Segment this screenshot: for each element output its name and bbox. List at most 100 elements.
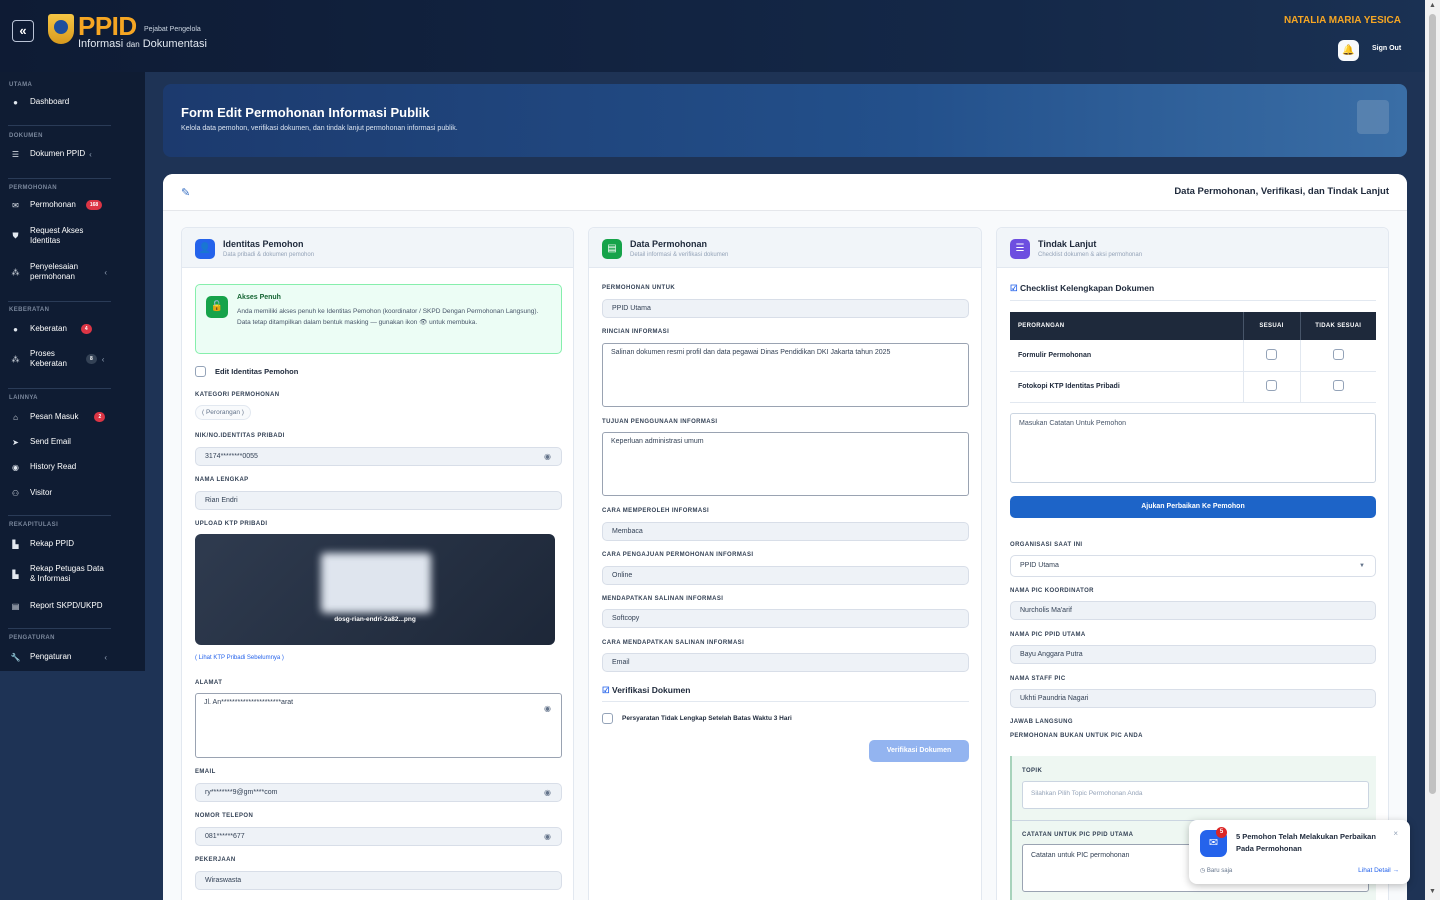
email-field[interactable]: ry********9@gm****com ◉ [195,783,562,802]
tidak-sesuai-checkbox[interactable] [1332,380,1344,391]
page-scrollbar[interactable]: ▲ ▼ [1425,0,1440,900]
edit-icon: ✎ [181,187,191,199]
chevron-left-icon: ‹ [89,149,92,159]
rincian-field[interactable]: Salinan dokumen resmi profil dan data pe… [602,343,969,407]
staff-pic-field[interactable]: Ukhti Paundria Nagari [1010,689,1376,708]
sidebar: UTAMA ● Dashboard DOKUMEN ☰ Dokumen PPID ‹ … [0,72,145,671]
eye-icon[interactable]: ◉ [544,704,551,713]
ppid-logo[interactable]: PPID Informasi dan Dokumentasi Pejabat P… [48,13,207,51]
check-badge-icon: ☑ [1010,283,1018,293]
tidak-sesuai-checkbox[interactable] [1332,348,1344,360]
lihat-detail-link[interactable]: Lihat Detail → [1358,867,1399,874]
identitas-pemohon-panel: 👤 Identitas Pemohon Data pribadi & dokum… [181,227,574,900]
sidebar-item-dokumen-ppid[interactable]: ☰ Dokumen PPID ‹ [0,149,145,159]
bukan-pic-label[interactable]: PERMOHONAN BUKAN UNTUK PIC ANDA [1010,733,1143,739]
sidebar-item-dashboard[interactable]: ● Dashboard [0,97,145,107]
sign-out-link[interactable]: Sign Out [1372,45,1401,52]
panel-title: Tindak Lanjut [1038,239,1097,249]
ktp-preview[interactable]: dosg-rian-endri-2a82...png [195,534,555,645]
sidebar-item-penyelesaian[interactable]: ⁂ Penyelesaian permohonan ‹ [0,262,145,282]
eye-icon[interactable]: ◉ [544,784,551,801]
edit-document-icon [1357,100,1389,134]
sidebar-item-request-akses[interactable]: ⛊ Request Akses Identitas [0,226,145,246]
permohonan-badge: 168 [85,200,103,210]
topik-input[interactable]: Silahkan Pilih Topic Permohonan Anda [1022,781,1369,809]
pic-koordinator-field[interactable]: Nurcholis Ma'arif [1010,601,1376,620]
checklist-table: PERORANGAN SESUAI TIDAK SESUAI Formulir … [1010,312,1376,403]
pengajuan-field[interactable]: Online [602,566,969,585]
section-pengaturan: PENGATURAN [9,635,55,641]
sidebar-item-visitor[interactable]: ⚇ Visitor [0,488,145,498]
ktp-filename: dosg-rian-endri-2a82...png [334,616,416,623]
edit-identitas-checkbox[interactable] [195,366,206,377]
persyaratan-checkbox[interactable] [602,713,613,724]
document-icon: ▤ [602,239,622,259]
logo-subtitle: Informasi dan Dokumentasi [78,38,207,50]
catatan-pemohon-input[interactable]: Masukan Catatan Untuk Pemohon [1010,413,1376,483]
close-icon[interactable]: × [1393,829,1398,838]
sidebar-item-pesan-masuk[interactable]: ⌂ Pesan Masuk 2 [0,412,145,422]
scroll-down-icon[interactable]: ▼ [1429,888,1436,895]
lihat-ktp-link[interactable]: ( Lihat KTP Pribadi Sebelumnya ) [195,655,284,661]
toast-badge: 5 [1216,827,1227,838]
tindak-lanjut-panel: ☰ Tindak Lanjut Checklist dokumen & aksi… [996,227,1389,900]
pic-utama-field[interactable]: Bayu Anggara Putra [1010,645,1376,664]
sidebar-item-permohonan[interactable]: ✉ Permohonan 168 [0,200,145,210]
cara-salinan-field[interactable]: Email [602,653,969,672]
panel-subtitle: Data pribadi & dokumen pemohon [223,252,315,258]
pesan-badge: 2 [94,412,106,422]
alert-icon: ● [13,324,18,334]
sidebar-item-keberatan[interactable]: ● Keberatan 4 [0,324,145,334]
jawab-langsung-label[interactable]: JAWAB LANGSUNG [1010,719,1073,725]
alamat-field[interactable]: Jl. An**********************arat ◉ [195,693,562,758]
rincian-label: RINCIAN INFORMASI [602,329,670,335]
eye-icon[interactable]: ◉ [544,828,551,845]
sidebar-item-pengaturan[interactable]: 🔧 Pengaturan ‹ [0,652,145,662]
organisasi-label: ORGANISASI SAAT INI [1010,542,1083,548]
main-card: ✎ Data Permohonan, Verifikasi, dan Tinda… [163,174,1407,900]
pekerjaan-field[interactable]: Wiraswasta [195,871,562,890]
tujuan-label: TUJUAN PENGGUNAAN INFORMASI [602,419,718,425]
salinan-field[interactable]: Softcopy [602,609,969,628]
sesuai-checkbox[interactable] [1266,348,1277,360]
scroll-up-icon[interactable]: ▲ [1429,2,1436,9]
table-row: Fotokopi KTP Identitas Pribadi [1010,371,1376,403]
page-title: Form Edit Permohonan Informasi Publik [181,105,430,120]
top-bar: « PPID Informasi dan Dokumentasi Pejabat… [0,0,1425,72]
sidebar-item-history-read[interactable]: ◉ History Read [0,462,145,472]
eye-icon[interactable]: ◉ [544,448,551,465]
ajukan-perbaikan-button[interactable]: Ajukan Perbaikan Ke Pemohon [1010,496,1376,518]
akses-penuh-alert: 🔓 Akses Penuh Anda memiliki akses penuh … [195,284,562,354]
check-badge-icon: ☑ [602,685,610,695]
verifikasi-dokumen-button[interactable]: Verifikasi Dokumen [869,740,969,762]
shield-icon: ⛊ [12,231,19,240]
sidebar-item-report-skpd[interactable]: ▤ Report SKPD/UKPD [0,601,145,611]
collapse-sidebar-button[interactable]: « [12,20,34,42]
catatan-pic-label: CATATAN UNTUK PIC PPID UTAMA [1022,832,1134,838]
data-permohonan-panel: ▤ Data Permohonan Detail informasi & ver… [588,227,982,900]
panel-subtitle: Checklist dokumen & aksi permohonan [1038,252,1143,258]
file-icon: ▤ [11,601,20,611]
staff-pic-label: NAMA STAFF PIC [1010,676,1066,682]
sidebar-item-send-email[interactable]: ➤ Send Email [0,437,145,447]
panel-title: Data Permohonan [630,239,708,249]
sidebar-item-rekap-petugas[interactable]: ▙ Rekap Petugas Data & Informasi [0,564,145,584]
table-row: Formulir Permohonan [1010,340,1376,372]
untuk-field[interactable]: PPID Utama [602,299,969,318]
organisasi-select[interactable]: PPID Utama ▼ [1010,555,1376,577]
telepon-field[interactable]: 081******677 ◉ [195,827,562,846]
toast-time: ◷ Baru saja [1200,868,1233,874]
email-label: EMAIL [195,769,216,775]
scrollbar-thumb[interactable] [1429,14,1436,794]
sesuai-checkbox[interactable] [1266,380,1277,391]
cara-field[interactable]: Membaca [602,522,969,541]
section-keberatan: KEBERATAN [9,307,50,313]
sidebar-item-proses-keberatan[interactable]: ⁂ Proses Keberatan 8 ‹ [0,349,145,369]
sidebar-item-rekap-ppid[interactable]: ▙ Rekap PPID [0,539,145,549]
chevron-down-icon: ▼ [1359,563,1365,569]
bell-icon[interactable]: 🔔 [1338,40,1359,61]
notification-toast[interactable]: ✉ 5 5 Pemohon Telah Melakukan Perbaikan … [1189,820,1410,884]
nik-field[interactable]: 3174********0055 ◉ [195,447,562,466]
tujuan-field[interactable]: Keperluan administrasi umum [602,432,969,496]
nama-field[interactable]: Rian Endri [195,491,562,510]
